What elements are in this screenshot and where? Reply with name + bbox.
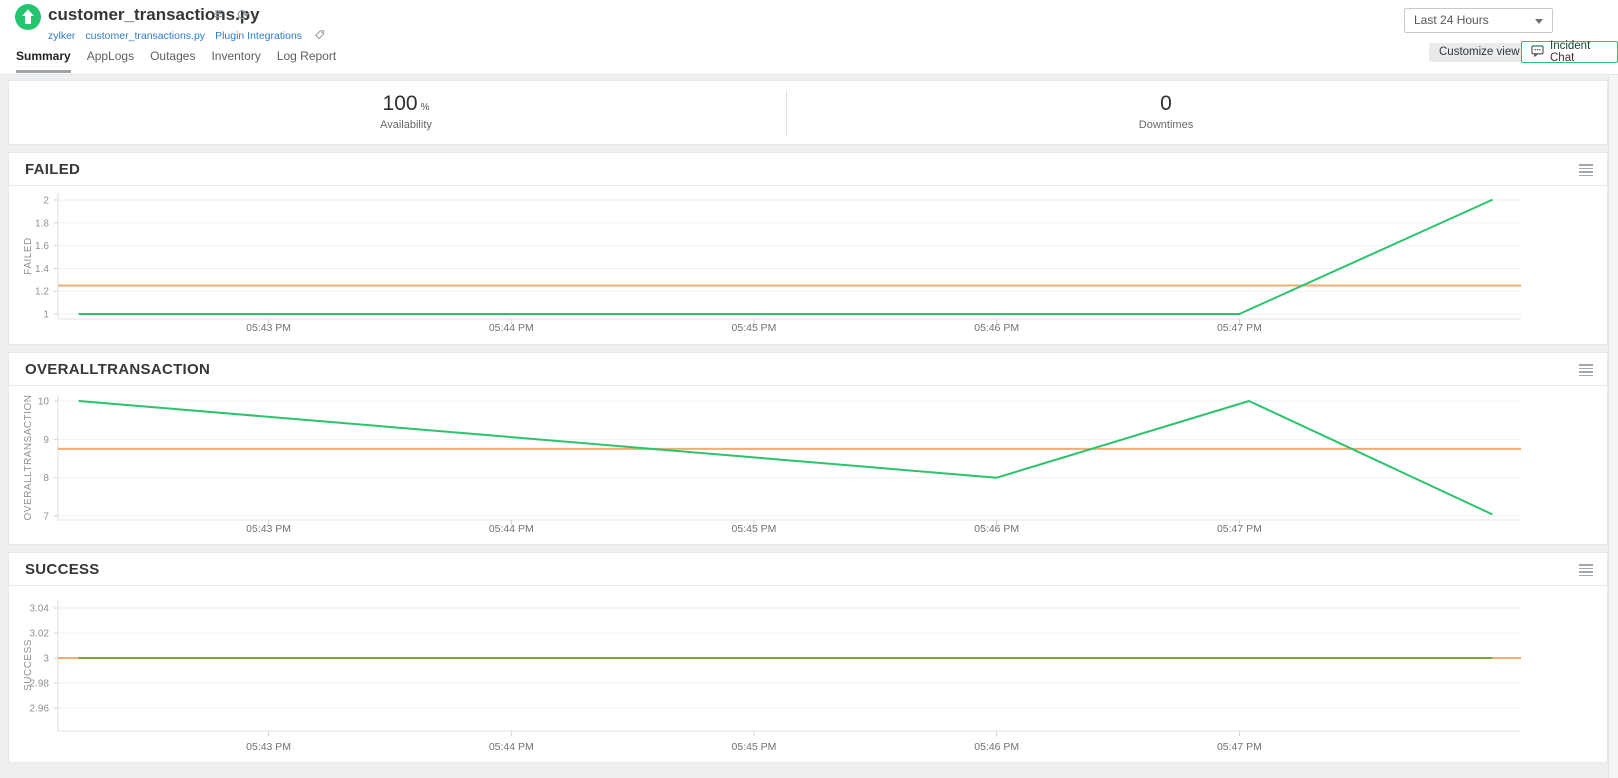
chat-bubble-icon	[1531, 44, 1544, 60]
hamburger-menu-icon[interactable]: ≡	[214, 6, 223, 24]
chart-plot-success: 2.96 2.98 3 3.02 3.04 05:43 PM 05:44 PM 05:45 P…	[9, 587, 1607, 762]
chart-header: OVERALLTRANSACTION	[9, 353, 1607, 386]
chart-header: FAILED	[9, 153, 1607, 186]
tag-icon[interactable]	[314, 29, 325, 43]
chart-title-failed: FAILED	[25, 161, 81, 178]
chart-title-overalltransaction: OVERALLTRANSACTION	[25, 361, 211, 378]
availability-label: Availability	[380, 119, 432, 131]
svg-text:05:45 PM: 05:45 PM	[732, 742, 777, 753]
vertical-scrollbar[interactable]	[1608, 75, 1618, 778]
monitor-up-status-icon	[14, 3, 42, 31]
chart-card-overalltransaction: OVERALLTRANSACTION 7 8 9 10 05:43 PM 05:44 PM…	[8, 352, 1608, 545]
svg-text:3: 3	[43, 653, 49, 664]
incident-chat-button[interactable]: Incident Chat	[1521, 40, 1618, 64]
breadcrumb-link-monitor[interactable]: customer_transactions.py	[85, 30, 205, 42]
chevron-down-icon	[1535, 19, 1543, 24]
chart-context-menu-icon[interactable]	[1579, 364, 1593, 378]
availability-value: 100	[382, 92, 418, 115]
summary-stats-card: 100 % Availability 0 Downtimes	[8, 80, 1608, 145]
svg-text:1.2: 1.2	[35, 287, 49, 298]
svg-text:05:47 PM: 05:47 PM	[1217, 742, 1262, 753]
svg-text:3.02: 3.02	[30, 628, 50, 639]
availability-unit: %	[420, 102, 430, 113]
chart-plot-failed: 1 1.2 1.4 1.6 1.8 2 05:43 PM 05:44 PM 05:45 PM 05…	[9, 187, 1607, 344]
svg-text:10: 10	[38, 396, 50, 407]
chart-card-failed: FAILED 1 1.2 1.4 1.6 1.8 2 05:43 PM 05:44 PM 05:…	[8, 152, 1608, 345]
svg-text:1.4: 1.4	[35, 264, 49, 275]
tab-summary[interactable]: Summary	[16, 49, 71, 73]
svg-text:05:44 PM: 05:44 PM	[489, 742, 534, 753]
availability-stat: 100 % Availability	[380, 92, 432, 131]
svg-text:05:47 PM: 05:47 PM	[1217, 524, 1262, 535]
time-range-value: Last 24 Hours	[1414, 13, 1489, 27]
customize-view-button[interactable]: Customize view	[1429, 43, 1530, 62]
svg-text:05:43 PM: 05:43 PM	[246, 323, 291, 334]
breadcrumb-link-zylker[interactable]: zylker	[48, 30, 75, 42]
chart-context-menu-icon[interactable]	[1579, 564, 1593, 578]
svg-text:OVERALLTRANSACTION: OVERALLTRANSACTION	[23, 395, 34, 521]
tab-bar: Summary AppLogs Outages Inventory Log Re…	[16, 49, 336, 73]
app-header: customer_transactions.py ≡ ⟳ zylker cust…	[0, 0, 1618, 75]
time-range-dropdown[interactable]: Last 24 Hours	[1404, 8, 1553, 33]
chart-context-menu-icon[interactable]	[1579, 164, 1593, 178]
svg-text:1.8: 1.8	[35, 218, 49, 229]
svg-text:2.96: 2.96	[30, 703, 50, 714]
svg-text:05:45 PM: 05:45 PM	[732, 323, 777, 334]
chart-title-success: SUCCESS	[25, 561, 100, 578]
svg-text:05:46 PM: 05:46 PM	[974, 524, 1019, 535]
downtimes-value: 0	[1160, 92, 1172, 115]
page-title: customer_transactions.py	[48, 5, 260, 24]
svg-text:05:46 PM: 05:46 PM	[974, 323, 1019, 334]
chart-card-success: SUCCESS 2.96 2.98 3 3.02 3.04 05:43 PM 05:44 P…	[8, 552, 1608, 763]
breadcrumb: zylker customer_transactions.py Plugin I…	[48, 29, 325, 43]
tab-outages[interactable]: Outages	[150, 49, 195, 73]
svg-text:05:43 PM: 05:43 PM	[246, 742, 291, 753]
downtimes-label: Downtimes	[1138, 119, 1194, 131]
svg-text:05:44 PM: 05:44 PM	[489, 524, 534, 535]
refresh-icon[interactable]: ⟳	[237, 6, 250, 24]
svg-text:FAILED: FAILED	[23, 237, 34, 274]
svg-text:05:43 PM: 05:43 PM	[246, 524, 291, 535]
svg-text:SUCCESS: SUCCESS	[23, 639, 34, 691]
svg-text:05:46 PM: 05:46 PM	[974, 742, 1019, 753]
svg-text:1.6: 1.6	[35, 241, 49, 252]
svg-text:7: 7	[43, 511, 49, 522]
incident-chat-label: Incident Chat	[1550, 40, 1591, 64]
svg-text:05:45 PM: 05:45 PM	[732, 524, 777, 535]
svg-text:9: 9	[43, 435, 49, 446]
chart-header: SUCCESS	[9, 553, 1607, 586]
tab-log-report[interactable]: Log Report	[277, 49, 336, 73]
breadcrumb-link-plugin-integrations[interactable]: Plugin Integrations	[215, 30, 302, 42]
tab-applogs[interactable]: AppLogs	[87, 49, 134, 73]
svg-text:8: 8	[43, 473, 49, 484]
svg-text:1: 1	[43, 309, 49, 320]
tab-inventory[interactable]: Inventory	[211, 49, 260, 73]
svg-text:05:47 PM: 05:47 PM	[1217, 323, 1262, 334]
stats-divider	[786, 90, 787, 136]
svg-text:2: 2	[43, 195, 49, 206]
chart-plot-overalltransaction: 7 8 9 10 05:43 PM 05:44 PM 05:45 PM 05:46 PM 05:…	[9, 387, 1607, 544]
svg-text:3.04: 3.04	[30, 603, 50, 614]
svg-text:05:44 PM: 05:44 PM	[489, 323, 534, 334]
downtimes-stat: 0 Downtimes	[1139, 92, 1193, 131]
